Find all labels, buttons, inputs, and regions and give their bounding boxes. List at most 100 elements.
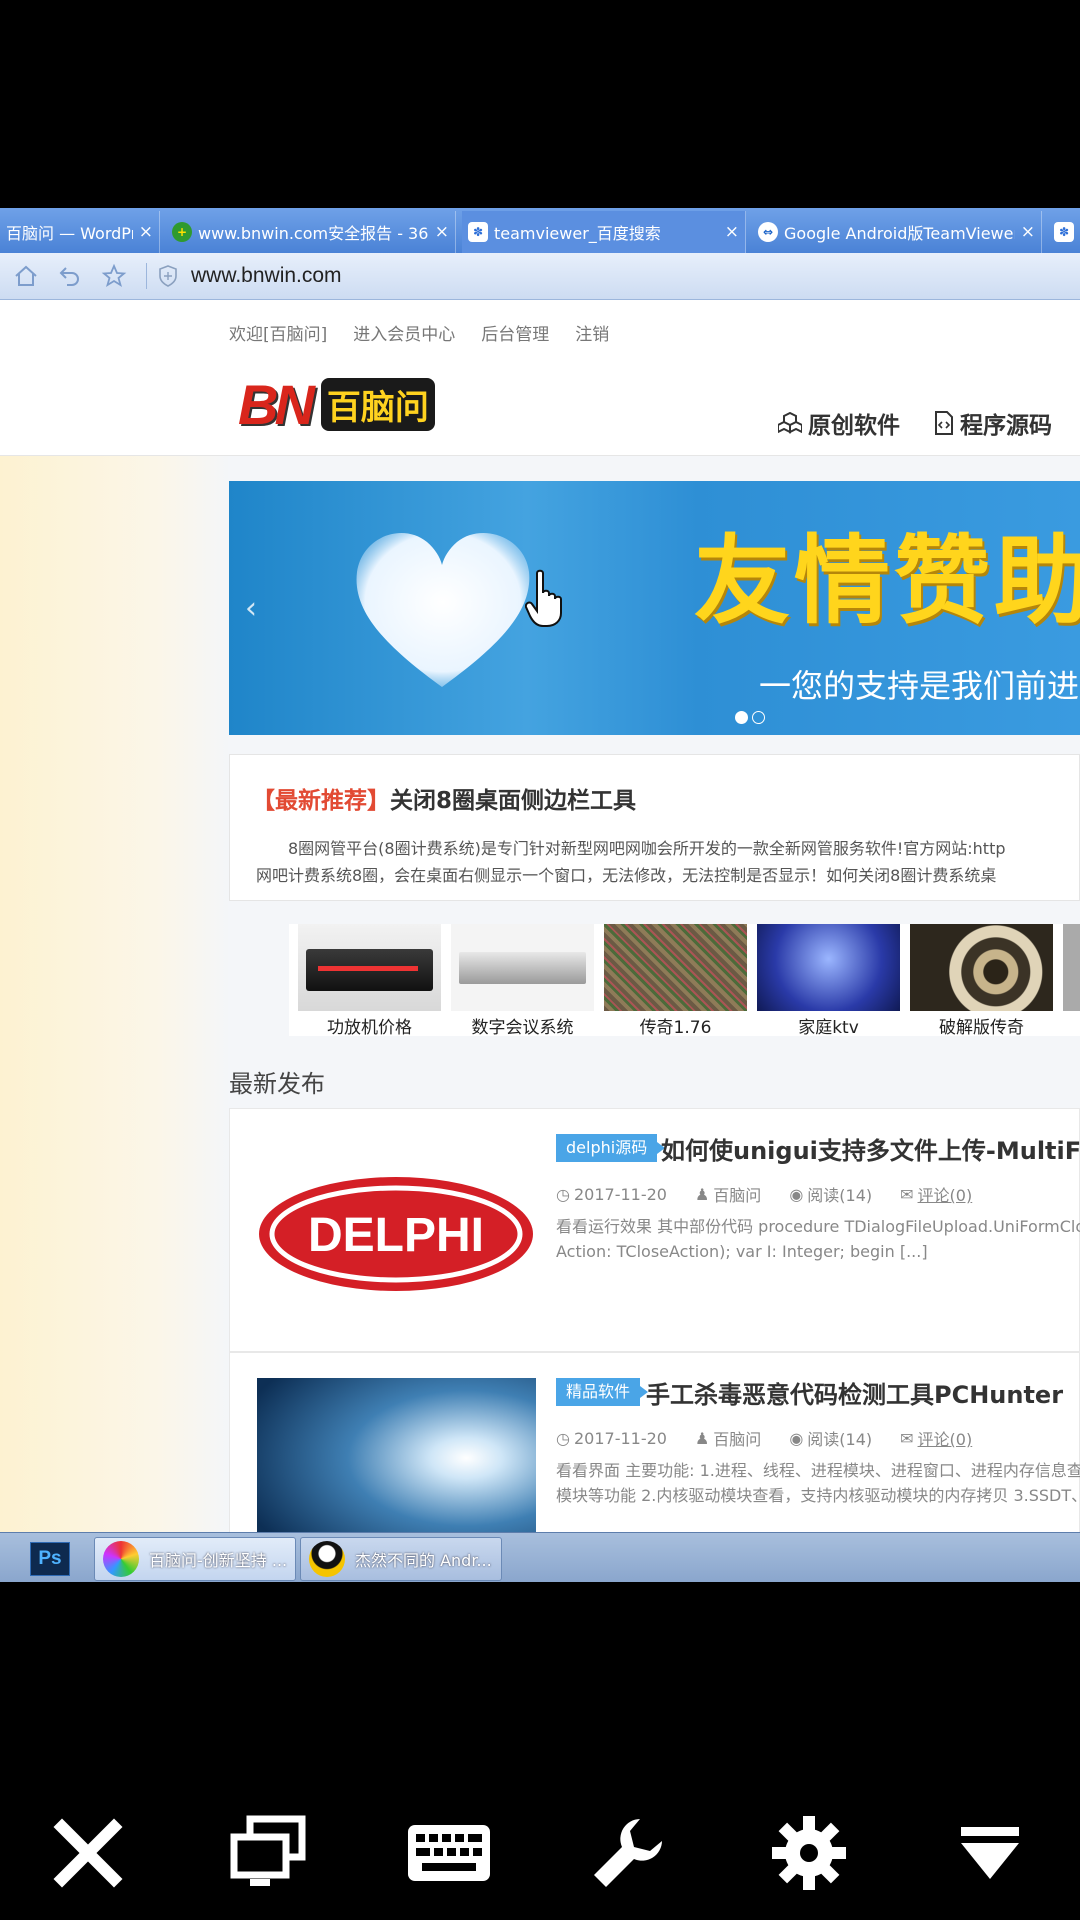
tab-google-teamviewer[interactable]: ⇔ Google Android版TeamViewer × — [752, 211, 1042, 253]
post-card[interactable]: DELPHI delphi源码 如何使unigui支持多文件上传-MultiFi… — [229, 1108, 1080, 1352]
ad-thumbnail-strip: 功放机价格 数字会议系统 传奇1.76 家庭ktv 破解版传奇 — [289, 924, 1080, 1036]
tab-close-icon[interactable]: × — [139, 222, 153, 242]
gear-icon[interactable] — [764, 1808, 854, 1898]
post-comments[interactable]: 评论(0) — [918, 1182, 973, 1206]
top-links: 欢迎[百脑问] 进入会员中心 后台管理 注销 — [229, 320, 609, 345]
nav-original-software[interactable]: 原创软件 — [778, 406, 900, 440]
thumb-caption: 家庭ktv — [798, 1018, 859, 1036]
nav-label: 原创软件 — [808, 413, 900, 439]
category-badge[interactable]: delphi源码 — [556, 1134, 666, 1162]
security-shield-icon[interactable] — [157, 265, 179, 287]
qq-penguin-icon — [309, 1541, 345, 1577]
excerpt-line: 模块等功能 2.内核驱动模块查看，支持内核驱动模块的内存拷贝 3.SSDT、Sh… — [556, 1486, 1080, 1505]
thumb-item[interactable]: 家庭ktv — [757, 924, 900, 1036]
delphi-logo-text: DELPHI — [308, 1209, 484, 1262]
excerpt-line: 8圈网管平台(8圈计费系统)是专门针对新型网吧网咖会所开发的一款全新网管服务软件… — [288, 839, 1006, 858]
baidu-paw-icon: ✽ — [1054, 222, 1074, 242]
banner-slider[interactable]: ‹ 友情赞助 一您的支持是我们前进 — [229, 481, 1080, 735]
star-icon[interactable] — [96, 258, 132, 294]
film-reel-image — [910, 924, 1053, 1011]
task-label: 杰然不同的 Andr... — [355, 1551, 492, 1570]
slide-dot[interactable] — [735, 711, 748, 724]
thumb-item[interactable]: 数字会议系统 — [451, 924, 594, 1036]
close-icon[interactable] — [43, 1808, 133, 1898]
thumb-caption: 传奇1.76 — [639, 1018, 712, 1036]
tab-360-report[interactable]: + www.bnwin.com安全报告 - 360 × — [166, 211, 456, 253]
keyboard-icon[interactable] — [404, 1808, 494, 1898]
taskbar-browser-window[interactable]: 百脑问-创新坚持 ... — [94, 1537, 296, 1581]
hand-cursor-icon — [525, 569, 562, 627]
task-label: 百脑问-创新坚持 ... — [149, 1551, 288, 1570]
excerpt-line: 网吧计费系统8圈，会在桌面右侧显示一个窗口，无法修改，无法控制是否显示！如何关闭… — [256, 866, 997, 885]
tab-wordpress[interactable]: 百脑问 — WordPr × — [0, 211, 160, 253]
comment-icon: ✉ — [900, 1428, 914, 1448]
nav-label: 程序源码 — [960, 413, 1052, 439]
eye-icon: ◉ — [789, 1184, 804, 1204]
featured-title[interactable]: 【最新推荐】关闭8圈桌面侧边栏工具 — [252, 781, 636, 815]
site-logo[interactable]: BN 百脑问 — [238, 372, 435, 437]
nav-source-code[interactable]: 程序源码 — [934, 406, 1052, 440]
featured-tag: 【最新推荐】 — [252, 788, 390, 814]
logo-cn-text: 百脑问 — [320, 378, 435, 431]
delphi-logo-image: DELPHI — [257, 1134, 536, 1334]
wrench-icon[interactable] — [583, 1808, 673, 1898]
post-reads: 阅读(14) — [807, 1430, 873, 1449]
collapse-icon[interactable] — [945, 1808, 1035, 1898]
post-reads: 阅读(14) — [807, 1186, 873, 1205]
clock-icon: ◷ — [556, 1428, 570, 1448]
user-icon: ♟ — [694, 1184, 710, 1204]
remote-control-bar — [0, 1808, 1080, 1898]
slide-dot[interactable] — [752, 711, 765, 724]
tab-label: teamviewer_百度搜索 — [494, 224, 661, 243]
welcome-link[interactable]: 欢迎[百脑问] — [229, 320, 327, 345]
logout-link[interactable]: 注销 — [575, 320, 609, 345]
post-excerpt: 看看运行效果 其中部份代码 procedure TDialogFileUploa… — [556, 1214, 1080, 1264]
home-ktv-image — [757, 924, 900, 1011]
cloud-heart-image — [356, 533, 530, 687]
main-nav: 原创软件 程序源码 — [778, 406, 1052, 440]
thumb-item[interactable]: 功放机价格 — [298, 924, 441, 1036]
excerpt-line: Action: TCloseAction); var I: Integer; b… — [556, 1242, 928, 1261]
taskbar-qq-window[interactable]: 杰然不同的 Andr... — [300, 1537, 502, 1581]
tab-close-icon[interactable]: × — [435, 222, 449, 242]
url-field[interactable]: www.bnwin.com — [191, 264, 342, 288]
category-badge[interactable]: 精品软件 — [556, 1378, 649, 1406]
thumb-item[interactable]: 传奇1.76 — [604, 924, 747, 1036]
tab-close-icon[interactable]: × — [1021, 222, 1035, 242]
member-center-link[interactable]: 进入会员中心 — [353, 320, 455, 345]
tab-teamviewer-search[interactable]: ✽ teamviewer_百度搜索 × — [462, 211, 746, 253]
thumb-caption: 数字会议系统 — [471, 1018, 574, 1036]
home-icon[interactable] — [8, 258, 44, 294]
monitor-icon[interactable] — [223, 1808, 313, 1898]
featured-excerpt: 8圈网管平台(8圈计费系统)是专门针对新型网吧网咖会所开发的一款全新网管服务软件… — [256, 835, 1080, 889]
tab-close-icon[interactable]: × — [725, 222, 739, 242]
eye-icon: ◉ — [789, 1428, 804, 1448]
photoshop-taskbar-button[interactable]: Ps — [30, 1542, 70, 1576]
post-title[interactable]: 手工杀毒恶意代码检测工具PCHunter — [646, 1375, 1063, 1410]
tab-baidu-extra[interactable]: ✽ — [1048, 211, 1080, 253]
address-bar: www.bnwin.com — [0, 253, 1080, 300]
teamviewer-icon: ⇔ — [758, 222, 778, 242]
thumb-item[interactable] — [1063, 924, 1080, 1011]
post-meta: ◷ 2017-11-20 ♟ 百脑问 ◉ 阅读(14) ✉ 评论(0) — [556, 1426, 972, 1450]
tab-label: Google Android版TeamViewer — [784, 224, 1015, 243]
logo-bn-text: BN — [238, 373, 315, 436]
amplifier-image — [298, 924, 441, 1011]
tab-label: www.bnwin.com安全报告 - 360 — [198, 224, 429, 243]
featured-recommendation: 【最新推荐】关闭8圈桌面侧边栏工具 8圈网管平台(8圈计费系统)是专门针对新型网… — [229, 754, 1080, 901]
post-author[interactable]: 百脑问 — [713, 1182, 761, 1206]
post-title[interactable]: 如何使unigui支持多文件上传-MultiFileU — [661, 1131, 1080, 1166]
remote-screen[interactable]: 百脑问 — WordPr × + www.bnwin.com安全报告 - 360… — [0, 208, 1080, 1582]
banner-title: 友情赞助 — [694, 525, 1080, 637]
post-excerpt: 看看界面 主要功能: 1.进程、线程、进程模块、进程窗口、进程内存信息查看， 模… — [556, 1458, 1080, 1508]
banner-prev-icon[interactable]: ‹ — [245, 591, 257, 626]
divider — [146, 263, 147, 289]
thumb-item[interactable]: 破解版传奇 — [910, 924, 1053, 1036]
post-author[interactable]: 百脑问 — [713, 1426, 761, 1450]
file-code-icon — [935, 411, 953, 435]
site-header: 欢迎[百脑问] 进入会员中心 后台管理 注销 BN 百脑问 原创软件 程序源码 — [0, 300, 1080, 456]
admin-link[interactable]: 后台管理 — [481, 320, 549, 345]
post-comments[interactable]: 评论(0) — [918, 1426, 973, 1450]
undo-icon[interactable] — [52, 258, 88, 294]
user-icon: ♟ — [694, 1428, 710, 1448]
